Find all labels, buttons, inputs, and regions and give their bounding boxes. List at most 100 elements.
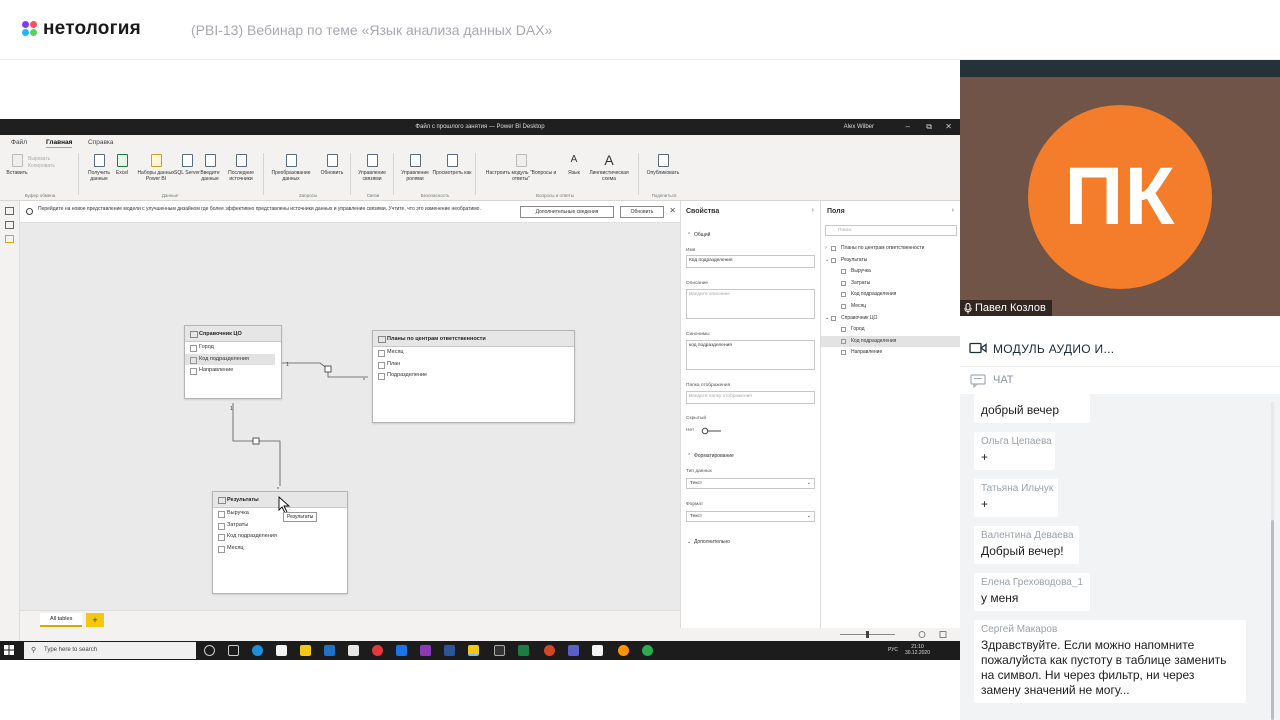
reader-icon[interactable] xyxy=(348,645,359,656)
table-field[interactable]: Затраты xyxy=(213,520,347,532)
update-button[interactable]: Обновить xyxy=(620,206,664,218)
audio-video-module[interactable]: МОДУЛЬ АУДИО И... xyxy=(960,332,1280,364)
table-field[interactable]: Направление xyxy=(185,365,281,377)
collapse-chevron-icon[interactable]: › xyxy=(952,207,954,214)
excel-taskbar-icon[interactable] xyxy=(518,645,529,656)
language-button[interactable]: A Язык xyxy=(562,154,586,176)
close-banner-icon[interactable]: ✕ xyxy=(669,206,676,215)
chat-messages[interactable]: добрый вечер Ольга Цепаева + Татьяна Иль… xyxy=(960,394,1280,720)
model-view-icon[interactable] xyxy=(5,235,14,243)
fields-table-item[interactable]: ⌄ Справочник ЦО xyxy=(821,313,961,325)
tab-help[interactable]: Справка xyxy=(88,139,114,146)
description-input[interactable]: Введите описание xyxy=(686,289,815,319)
word-icon[interactable] xyxy=(444,645,455,656)
synonyms-input[interactable]: код подразделения xyxy=(686,340,815,370)
mail-icon[interactable] xyxy=(324,645,335,656)
more-info-button[interactable]: Дополнительные сведения xyxy=(520,206,614,218)
explorer-icon[interactable] xyxy=(300,645,311,656)
table-field[interactable]: Месяц xyxy=(373,347,574,359)
section-general[interactable]: ⌃ Общий xyxy=(687,232,710,238)
store-icon[interactable] xyxy=(276,645,287,656)
recent-sources-button[interactable]: Последние источники xyxy=(222,154,260,182)
table-field[interactable]: Подразделение xyxy=(373,370,574,382)
collapse-chevron-icon[interactable]: › xyxy=(812,207,814,214)
yandex-icon[interactable] xyxy=(372,645,383,656)
language-indicator[interactable]: РУС xyxy=(888,647,898,653)
fields-table-item[interactable]: ⌄ Результаты xyxy=(821,255,961,267)
chat-scrollbar-thumb[interactable] xyxy=(1271,520,1274,720)
fields-column-item[interactable]: Город xyxy=(821,324,961,336)
fields-column-item[interactable]: Месяц xyxy=(821,301,961,313)
relationship-marker[interactable] xyxy=(252,437,260,445)
chat-app-icon[interactable] xyxy=(642,645,653,656)
fields-column-item[interactable]: Затраты xyxy=(821,278,961,290)
table-card-reference[interactable]: Справочник ЦО Город Код подразделения На… xyxy=(184,325,282,399)
relationship-line[interactable] xyxy=(278,362,368,378)
manage-roles-button[interactable]: Управление ролями xyxy=(396,154,434,182)
fields-column-item[interactable]: Выручка xyxy=(821,266,961,278)
terminal-icon[interactable] xyxy=(494,645,505,656)
edge-icon[interactable] xyxy=(252,645,263,656)
pbi-user[interactable]: Alex Wilber xyxy=(844,124,874,130)
windows-start-icon[interactable] xyxy=(4,645,14,655)
restore-icon[interactable]: ⧉ xyxy=(926,122,932,132)
name-input[interactable]: Код подразделения xyxy=(686,255,815,268)
taskbar-search[interactable]: ⚲ Type here to search xyxy=(24,642,196,659)
fields-column-item[interactable]: Направление xyxy=(821,347,961,359)
cut-button[interactable]: Вырезать xyxy=(28,156,68,162)
data-type-select[interactable]: Текст ⌄ xyxy=(686,478,815,489)
model-canvas[interactable]: 1 * 1 * Справочник ЦО Город Код подразде… xyxy=(20,223,680,610)
section-advanced[interactable]: ⌄ Дополнительно xyxy=(687,539,730,545)
section-formatting[interactable]: ⌃ Форматирование xyxy=(687,453,734,459)
fields-column-item[interactable]: Код подразделения xyxy=(821,289,961,301)
table-field[interactable]: Код подразделения xyxy=(185,353,275,365)
view-as-button[interactable]: Просмотреть как xyxy=(432,154,472,176)
webinar-title: (PBI-13) Вебинар по теме «Язык анализа д… xyxy=(191,22,553,38)
netology-logo[interactable]: нетология xyxy=(22,18,141,40)
copy-button[interactable]: Копировать xyxy=(28,163,72,169)
refresh-button[interactable]: Обновить xyxy=(314,154,350,176)
fields-table-item[interactable]: › Планы по центрам ответственности xyxy=(821,243,961,255)
teams-icon[interactable] xyxy=(568,645,579,656)
transform-data-button[interactable]: Преобразование данных xyxy=(268,154,314,182)
close-icon[interactable]: ✕ xyxy=(945,122,952,131)
table-field[interactable]: Город xyxy=(185,342,281,354)
table-field[interactable]: Месяц xyxy=(213,543,347,555)
add-tab-button[interactable]: + xyxy=(86,613,104,627)
tab-home[interactable]: Главная xyxy=(46,139,73,148)
table-field[interactable]: План xyxy=(373,359,574,371)
table-card-plans[interactable]: Планы по центрам ответственности Месяц П… xyxy=(372,330,575,423)
report-view-icon[interactable] xyxy=(5,207,14,215)
qa-setup-button[interactable]: Настроить модуль "Вопросы и ответы" xyxy=(478,154,564,182)
powerpoint-icon[interactable] xyxy=(544,645,555,656)
display-folder-input[interactable]: Введите папку отображения xyxy=(686,391,815,404)
publish-button[interactable]: Опубликовать xyxy=(642,154,684,176)
paint-icon[interactable] xyxy=(592,645,603,656)
chat-label: ЧАТ xyxy=(993,374,1014,386)
expand-chevron-icon[interactable]: ⌄ xyxy=(825,313,829,325)
manage-relationships-button[interactable]: Управление связями xyxy=(354,154,390,182)
chat-header[interactable]: ЧАТ xyxy=(960,366,1280,394)
expand-chevron-icon[interactable]: ⌄ xyxy=(825,255,829,267)
relationship-marker[interactable] xyxy=(324,365,332,373)
tab-file[interactable]: Файл xyxy=(11,139,27,146)
cortana-icon[interactable] xyxy=(204,645,215,656)
powerbi-icon[interactable] xyxy=(468,645,479,656)
minimize-icon[interactable]: – xyxy=(906,122,910,131)
taskbar-clock[interactable]: 21:10 30.12.2020 xyxy=(905,644,930,656)
outlook-icon[interactable] xyxy=(396,645,407,656)
task-view-icon[interactable] xyxy=(228,645,239,656)
fields-column-item[interactable]: Код подразделения xyxy=(821,335,961,348)
format-select[interactable]: Текст ⌄ xyxy=(686,511,815,522)
fields-search-input[interactable]: Поиск xyxy=(825,225,957,236)
tab-all-tables[interactable]: All tables xyxy=(40,613,83,627)
zoom-slider[interactable] xyxy=(680,628,960,641)
relationship-line[interactable] xyxy=(232,403,281,486)
onenote-icon[interactable] xyxy=(420,645,431,656)
expand-chevron-icon[interactable]: › xyxy=(825,243,827,255)
hidden-toggle[interactable] xyxy=(701,427,723,435)
data-view-icon[interactable] xyxy=(5,221,14,229)
linguistic-schema-button[interactable]: A Лингвистическая схема xyxy=(584,153,634,182)
browser-icon[interactable] xyxy=(618,645,629,656)
table-field[interactable]: Код подразделения xyxy=(213,531,347,543)
